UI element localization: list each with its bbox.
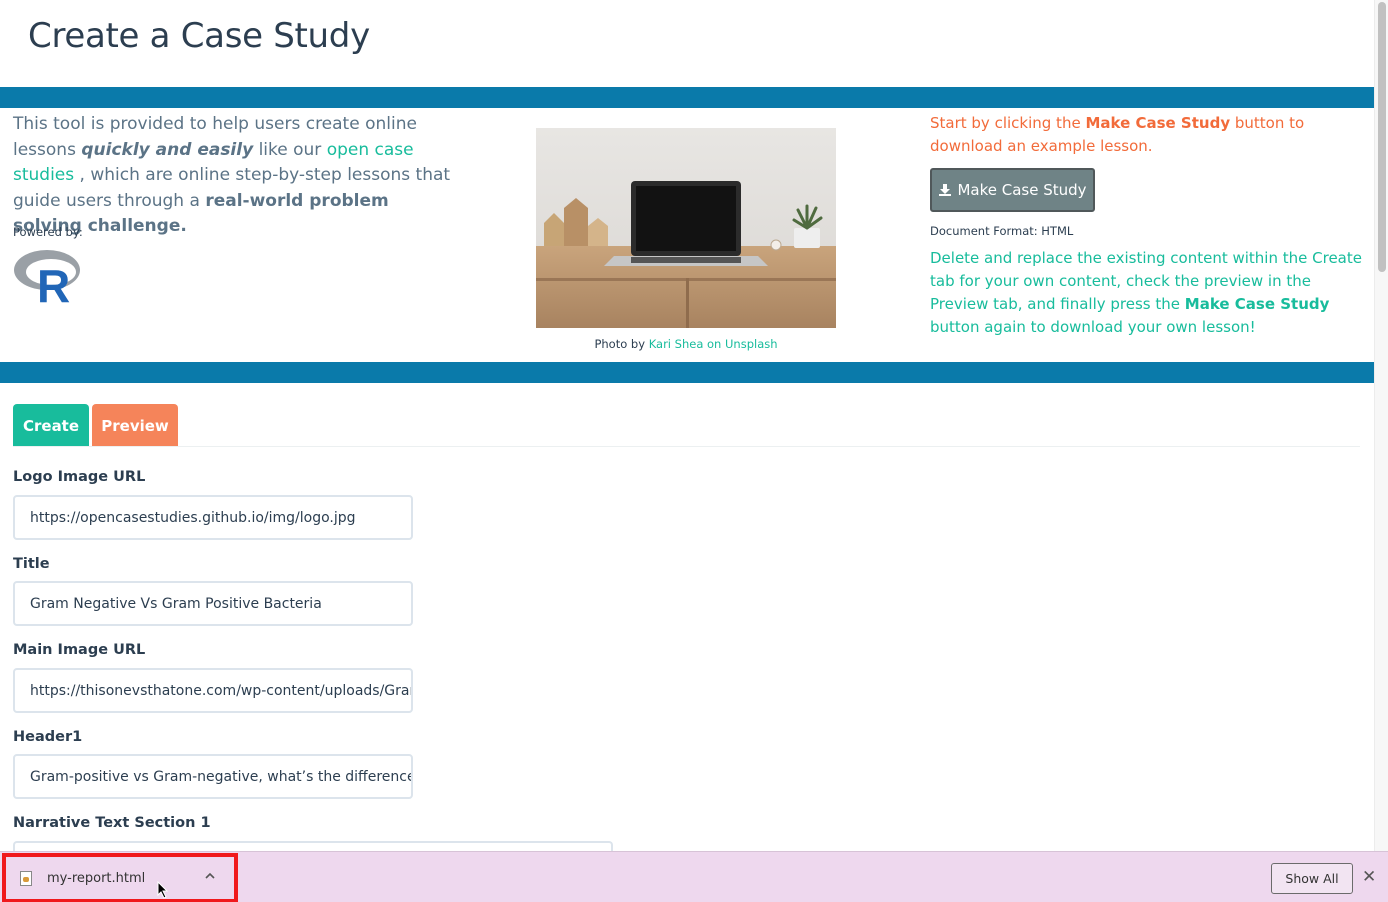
page-scrollbar[interactable] xyxy=(1374,0,1388,851)
tab-create[interactable]: Create xyxy=(13,404,89,447)
header1-input[interactable]: Gram-positive vs Gram-negative, what’s t… xyxy=(13,754,413,799)
narrative-text-label: Narrative Text Section 1 xyxy=(13,815,211,831)
tab-bar: Create Preview xyxy=(13,404,178,447)
powered-by-label: Powered by: xyxy=(13,225,83,239)
main-image-url-input[interactable]: https://thisonevsthatone.com/wp-content/… xyxy=(13,668,413,713)
svg-text:R: R xyxy=(37,260,70,304)
close-download-bar-icon[interactable]: ✕ xyxy=(1362,867,1376,887)
chevron-up-icon[interactable] xyxy=(204,870,216,882)
title-input[interactable]: Gram Negative Vs Gram Positive Bacteria xyxy=(13,581,413,626)
instructions-panel: Start by clicking the Make Case Study bu… xyxy=(930,112,1365,336)
delete-instructions: Delete and replace the existing content … xyxy=(930,247,1365,339)
scrollbar-thumb[interactable] xyxy=(1378,2,1386,272)
html-file-icon xyxy=(20,870,32,886)
show-all-button[interactable]: Show All xyxy=(1271,863,1353,894)
download-file-name: my-report.html xyxy=(47,870,146,886)
title-bar: Create a Case Study xyxy=(0,0,1374,87)
mouse-cursor-icon xyxy=(157,881,169,899)
download-icon xyxy=(939,184,952,196)
tab-divider xyxy=(13,446,1360,447)
r-logo: R xyxy=(14,250,80,304)
caption-prefix: Photo by xyxy=(594,337,649,351)
delete-part2: button again to download your own lesson… xyxy=(930,318,1256,336)
logo-image-url-label: Logo Image URL xyxy=(13,469,146,485)
header1-label: Header1 xyxy=(13,729,83,745)
start-instructions: Start by clicking the Make Case Study bu… xyxy=(930,112,1365,158)
start-part1: Start by clicking the xyxy=(930,114,1086,132)
tab-preview[interactable]: Preview xyxy=(92,404,178,447)
download-bar: my-report.html xyxy=(0,851,1388,902)
desk-laptop-photo xyxy=(536,128,836,328)
intro-text: This tool is provided to help users crea… xyxy=(13,112,453,240)
document-format: Document Format: HTML xyxy=(930,224,1074,238)
photo-credit-link[interactable]: Kari Shea on Unsplash xyxy=(649,337,778,351)
main-image-url-label: Main Image URL xyxy=(13,642,146,658)
start-bold: Make Case Study xyxy=(1085,114,1231,132)
make-case-study-label: Make Case Study xyxy=(957,181,1087,199)
title-label: Title xyxy=(13,556,50,572)
bottom-band xyxy=(0,362,1374,383)
page-title: Create a Case Study xyxy=(28,16,370,56)
intro-part2: like our xyxy=(253,139,327,160)
delete-bold: Make Case Study xyxy=(1184,295,1330,313)
logo-image-url-input[interactable]: https://opencasestudies.github.io/img/lo… xyxy=(13,495,413,540)
make-case-study-button[interactable]: Make Case Study xyxy=(930,168,1095,212)
top-band xyxy=(0,87,1374,108)
photo-caption: Photo by Kari Shea on Unsplash xyxy=(536,337,836,351)
download-item[interactable]: my-report.html xyxy=(2,853,238,902)
intro-emphasis: quickly and easily xyxy=(81,139,254,160)
